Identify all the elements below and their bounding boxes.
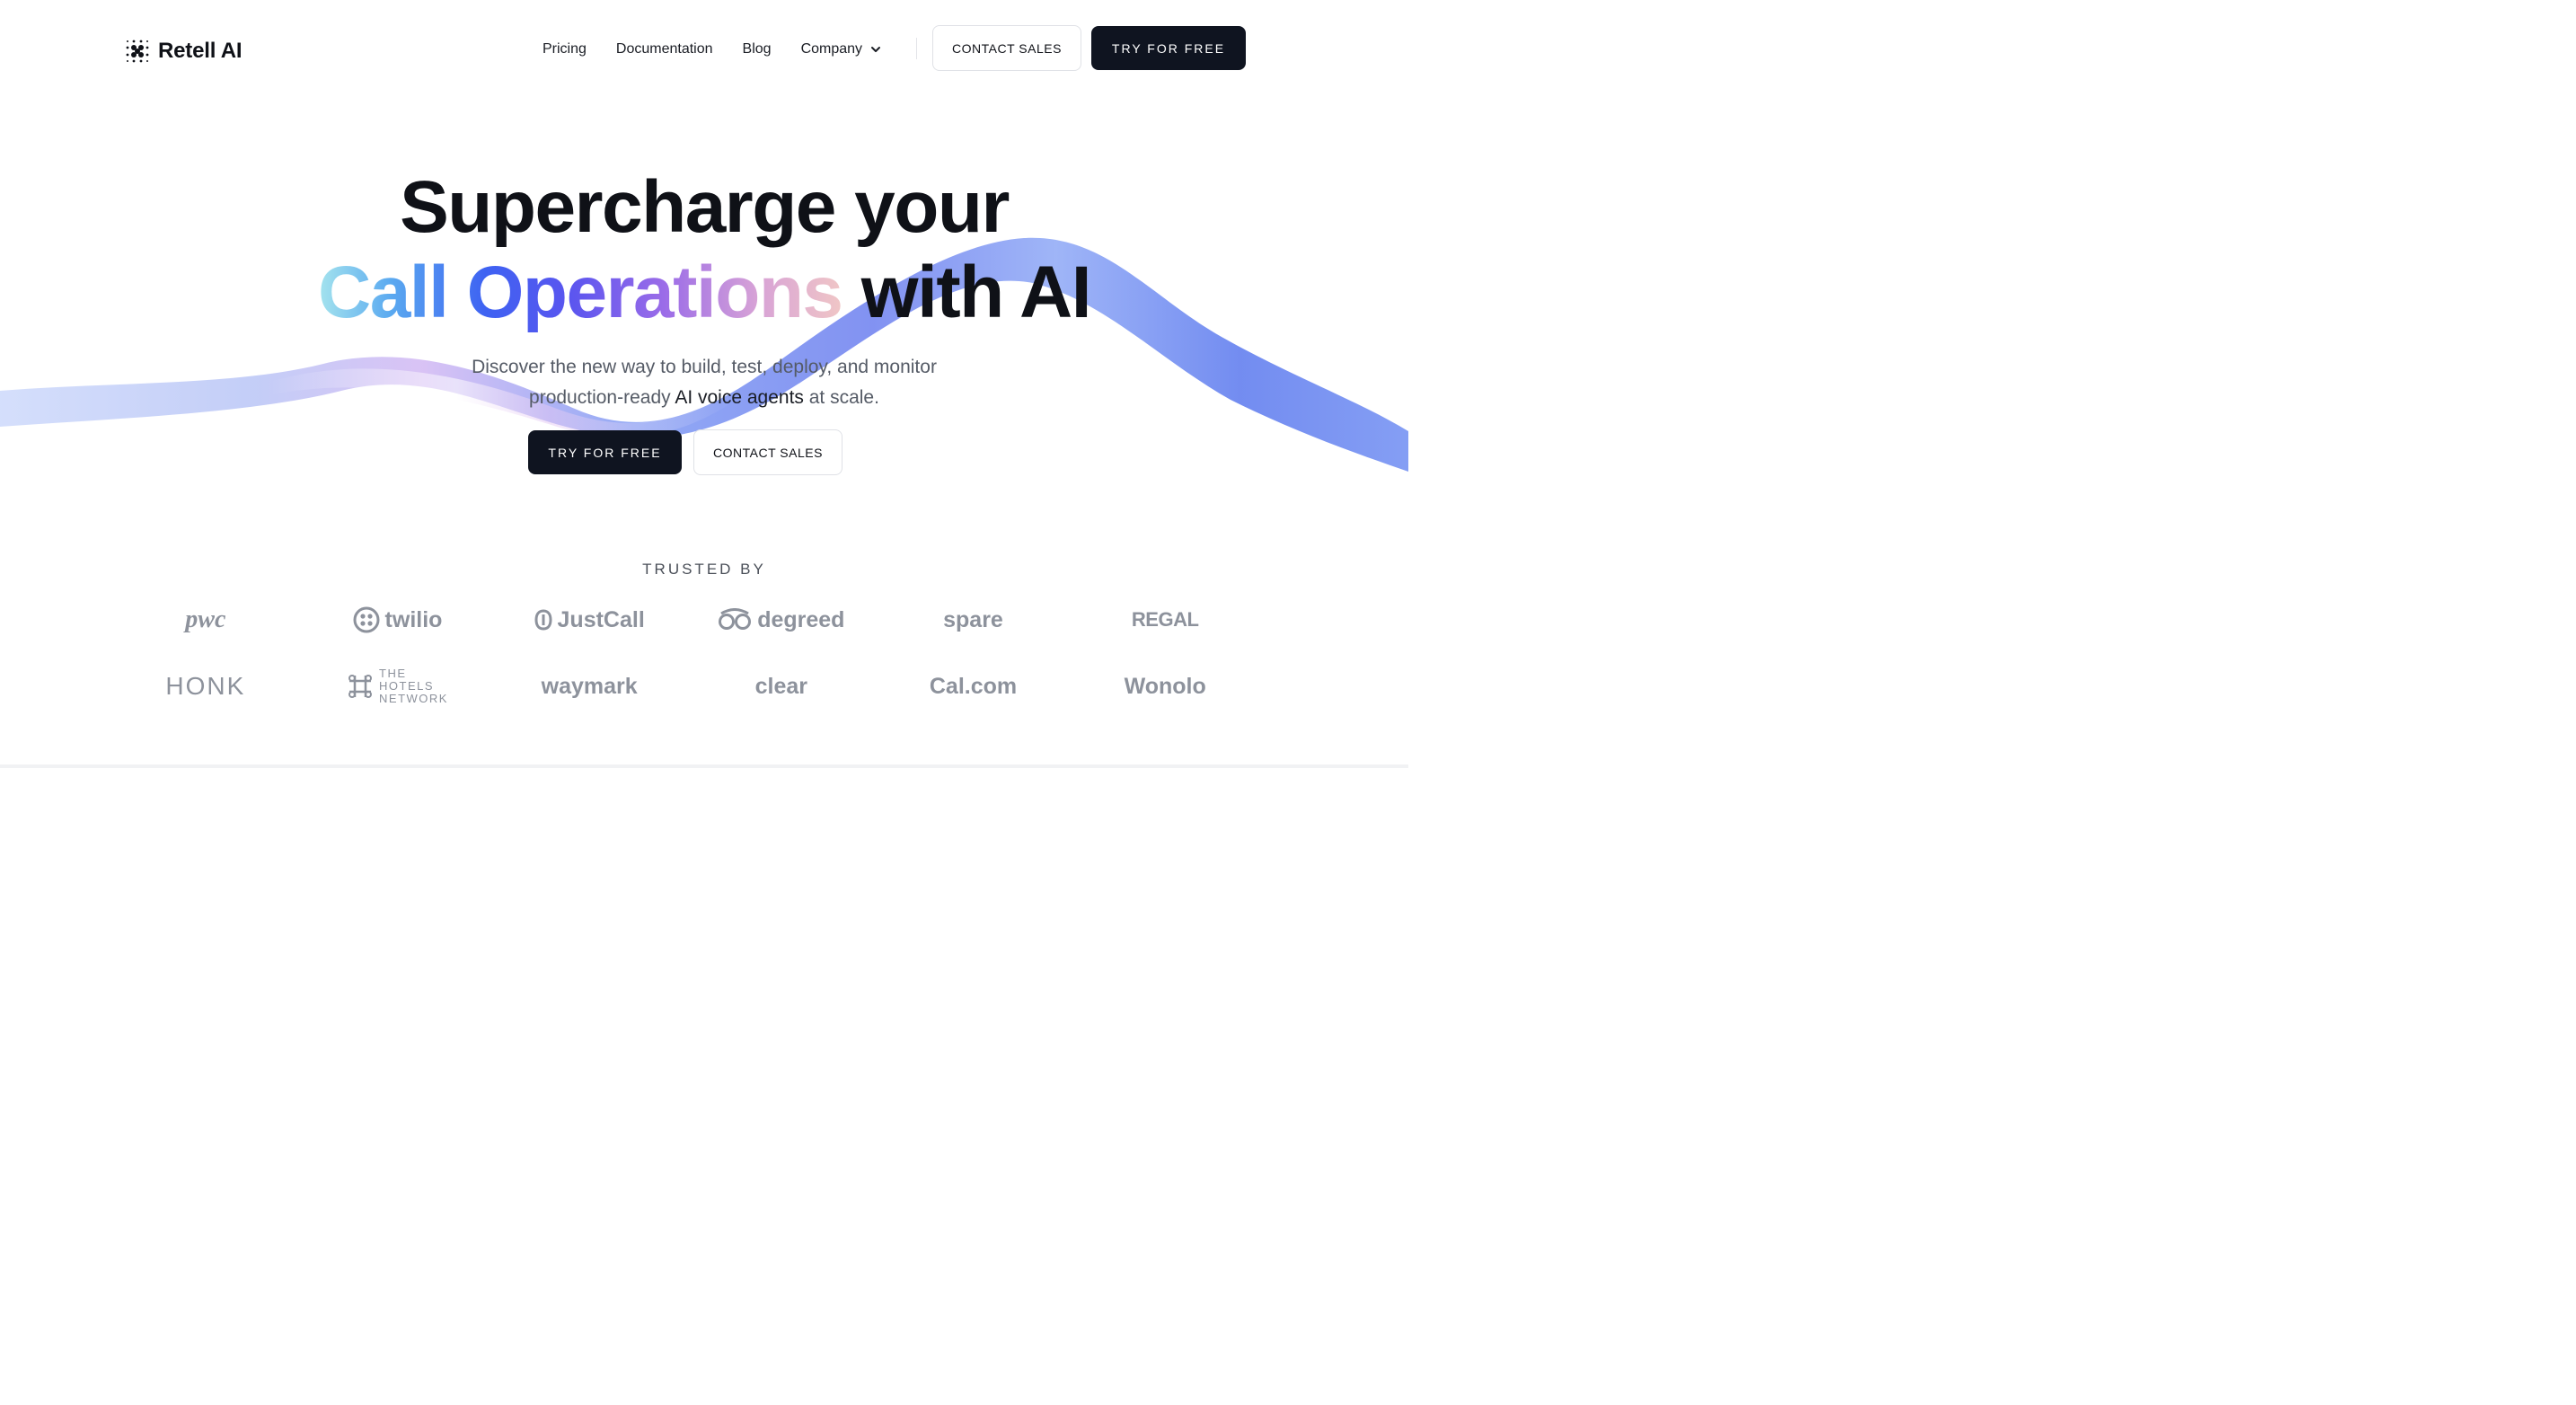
hotels-network-icon	[348, 675, 373, 698]
degreed-icon	[719, 608, 752, 630]
logo-clear: clear	[754, 673, 808, 699]
logo-degreed-text: degreed	[757, 606, 845, 632]
hero-subtitle: Discover the new way to build, test, dep…	[0, 352, 1408, 413]
chevron-down-icon	[871, 47, 881, 52]
hero-contact-sales-button[interactable]: CONTACT SALES	[693, 429, 842, 475]
brand-logo[interactable]: Retell AI	[126, 38, 243, 65]
main-nav: Pricing Documentation Blog Company	[543, 39, 882, 60]
logo-honk: HONK	[165, 672, 246, 700]
hero-subtitle-line1: Discover the new way to build, test, dep…	[472, 357, 937, 377]
nav-documentation[interactable]: Documentation	[616, 41, 713, 57]
nav-pricing[interactable]: Pricing	[543, 41, 587, 57]
nav-company-dropdown[interactable]: Company	[801, 41, 882, 57]
logo-wonolo: Wonolo	[1124, 673, 1206, 699]
hero-subtitle-suffix: at scale.	[803, 387, 879, 408]
hotels-line-1: THE	[379, 667, 407, 680]
trusted-by-heading: TRUSTED BY	[642, 561, 766, 578]
logo-twilio: twilio	[302, 600, 494, 640]
logo-hotels-network-text: THE HOTELS NETWORK	[379, 667, 448, 705]
nav-try-free-button[interactable]: TRY FOR FREE	[1091, 26, 1246, 70]
hero-heading-line1: Supercharge your	[400, 166, 1010, 248]
nav-divider	[916, 38, 917, 59]
logo-regal: REGAL	[1131, 608, 1199, 631]
customer-logos: pwc twilio JustCall degreed spare REGAL …	[110, 600, 1261, 706]
section-divider	[0, 764, 1408, 768]
hero-dark-text: with AI	[842, 252, 1092, 333]
nav-company-label: Company	[800, 41, 863, 57]
logo-spare: spare	[943, 606, 1003, 632]
nav-contact-sales-button[interactable]: CONTACT SALES	[932, 25, 1081, 71]
justcall-icon	[534, 609, 552, 631]
logo-justcall-text: JustCall	[557, 606, 645, 632]
hotels-line-3: NETWORK	[379, 692, 448, 705]
logo-justcall: JustCall	[493, 600, 685, 640]
nav-blog[interactable]: Blog	[743, 41, 772, 57]
retell-logo-icon	[126, 40, 149, 63]
hero-subtitle-line2: production-ready AI voice agents at scal…	[0, 383, 1408, 413]
logo-calcom: Cal.com	[929, 673, 1018, 699]
logo-twilio-text: twilio	[384, 606, 443, 632]
logo-pwc: pwc	[185, 605, 226, 633]
logo-degreed: degreed	[685, 600, 878, 640]
hero-gradient-text: Call Operations	[317, 252, 843, 333]
twilio-icon	[353, 606, 380, 633]
hero-try-free-button[interactable]: TRY FOR FREE	[528, 430, 682, 474]
brand-name: Retell AI	[158, 39, 243, 63]
hero-subtitle-highlight: AI voice agents	[675, 387, 804, 408]
logo-waymark: waymark	[541, 673, 638, 699]
logo-hotels-network: THE HOTELS NETWORK	[302, 667, 494, 706]
hero-subtitle-prefix: production-ready	[529, 387, 675, 408]
hotels-line-2: HOTELS	[379, 679, 435, 693]
hero-heading-line2: Call Operations with AI	[0, 256, 1408, 330]
